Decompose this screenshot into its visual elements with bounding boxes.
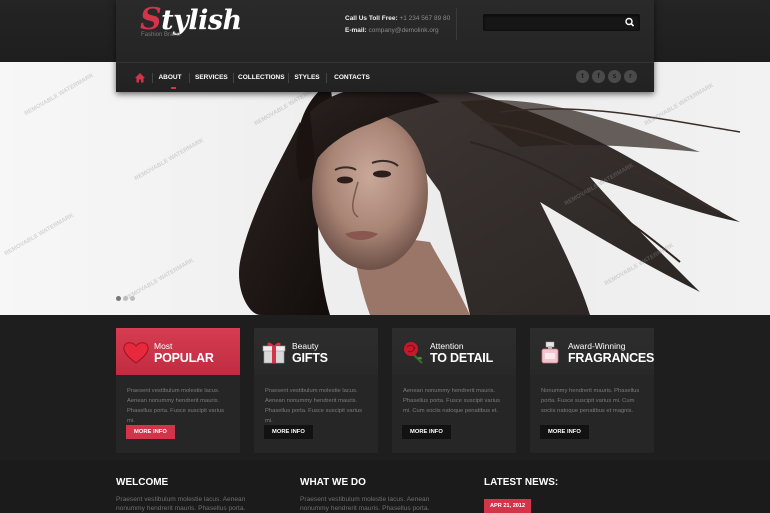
home-icon bbox=[135, 73, 145, 83]
feature-subtitle: Attention bbox=[430, 341, 464, 351]
feature-title: POPULAR bbox=[154, 351, 214, 365]
feature-card-popular: Most POPULAR Praesent vestibulum molesti… bbox=[116, 328, 240, 453]
feature-title: TO DETAIL bbox=[430, 351, 494, 365]
more-info-button[interactable]: MORE INFO bbox=[126, 425, 175, 439]
gift-icon bbox=[262, 342, 286, 364]
welcome-text: Praesent vestibulum molestie lacus. Aene… bbox=[116, 496, 246, 512]
nav-collections[interactable]: COLLECTIONS bbox=[238, 63, 285, 93]
heart-icon bbox=[123, 342, 149, 364]
bottom-section: WELCOME Praesent vestibulum molestie lac… bbox=[0, 460, 770, 513]
feature-subtitle: Most bbox=[154, 341, 173, 351]
nav-separator bbox=[152, 73, 153, 83]
email-label: E-mail: bbox=[345, 27, 367, 34]
feature-card-header: Beauty GIFTS bbox=[254, 328, 378, 375]
nav-separator bbox=[233, 73, 234, 83]
nav-separator bbox=[189, 73, 190, 83]
skype-icon[interactable]: s bbox=[608, 70, 621, 83]
feature-text: Praesent vestibulum molestie lacus. Aene… bbox=[265, 388, 362, 424]
rss-icon[interactable]: r bbox=[624, 70, 637, 83]
search-box bbox=[483, 14, 640, 31]
twitter-icon[interactable]: t bbox=[576, 70, 589, 83]
latest-news-title: LATEST NEWS: bbox=[484, 477, 559, 488]
more-info-button[interactable]: MORE INFO bbox=[264, 425, 313, 439]
feature-subtitle: Beauty bbox=[292, 341, 319, 351]
news-date-badge: APR 21, 2012 bbox=[484, 499, 532, 513]
feature-title: GIFTS bbox=[292, 351, 328, 365]
more-info-button[interactable]: MORE INFO bbox=[402, 425, 451, 439]
slider-dot[interactable] bbox=[130, 296, 135, 301]
phone-label: Call Us Toll Free: bbox=[345, 15, 398, 22]
header-panel: Stylish Fashion Brand Call Us Toll Free:… bbox=[116, 0, 654, 92]
page: Stylish Fashion Brand Call Us Toll Free:… bbox=[0, 0, 770, 513]
feature-card-detail: Attention TO DETAIL Aenean nonummy hendr… bbox=[392, 328, 516, 453]
email-value[interactable]: company@demolink.org bbox=[368, 27, 438, 34]
nav-separator bbox=[288, 73, 289, 83]
slider-dot[interactable] bbox=[116, 296, 121, 301]
features-section: Most POPULAR Praesent vestibulum molesti… bbox=[0, 315, 770, 460]
contact-info: Call Us Toll Free: +1 234 567 89 80 E-ma… bbox=[345, 13, 450, 37]
feature-text: Nonummy hendrerit mauris. Phasellus port… bbox=[541, 388, 640, 414]
feature-text: Praesent vestibulum molestie lacus. Aene… bbox=[127, 388, 224, 424]
header-divider bbox=[456, 8, 457, 40]
hero-slider[interactable]: REMOVABLE WATERMARK REMOVABLE WATERMARK … bbox=[0, 62, 770, 315]
what-we-do-text: Praesent vestibulum molestie lacus. Aene… bbox=[300, 496, 430, 512]
nav-about[interactable]: ABOUT bbox=[156, 63, 184, 93]
search-icon bbox=[625, 17, 635, 27]
nav-services[interactable]: SERVICES bbox=[195, 63, 228, 93]
feature-text: Aenean nonummy hendrerit mauris. Phasell… bbox=[403, 388, 500, 414]
slider-dot[interactable] bbox=[123, 296, 128, 301]
hero-photo bbox=[239, 80, 741, 315]
feature-card-gifts: Beauty GIFTS Praesent vestibulum molesti… bbox=[254, 328, 378, 453]
welcome-title: WELCOME bbox=[116, 477, 169, 488]
nav-styles[interactable]: STYLES bbox=[294, 63, 320, 93]
more-info-button[interactable]: MORE INFO bbox=[540, 425, 589, 439]
feature-card-header: Award-Winning FRAGRANCES bbox=[530, 328, 654, 375]
phone-value: +1 234 567 89 80 bbox=[399, 15, 451, 22]
nav-home[interactable] bbox=[134, 71, 146, 83]
tagline: Fashion Brand bbox=[141, 32, 181, 38]
slider-pagination bbox=[116, 288, 137, 306]
feature-title: FRAGRANCES bbox=[568, 351, 655, 365]
rose-icon bbox=[404, 342, 423, 364]
feature-subtitle: Award-Winning bbox=[568, 341, 626, 351]
nav-separator bbox=[326, 73, 327, 83]
feature-card-header: Attention TO DETAIL bbox=[392, 328, 516, 375]
feature-card-header: Most POPULAR bbox=[116, 328, 240, 375]
facebook-icon[interactable]: f bbox=[592, 70, 605, 83]
nav-contacts[interactable]: CONTACTS bbox=[332, 63, 372, 93]
search-button[interactable] bbox=[623, 16, 637, 29]
main-nav: ABOUT SERVICES COLLECTIONS STYLES CONTAC… bbox=[116, 62, 654, 92]
what-we-do-title: WHAT WE DO bbox=[300, 477, 366, 488]
perfume-icon bbox=[541, 341, 559, 364]
feature-card-fragrances: Award-Winning FRAGRANCES Nonummy hendrer… bbox=[530, 328, 654, 453]
nav-active-indicator bbox=[171, 87, 176, 89]
search-input[interactable] bbox=[484, 15, 620, 30]
